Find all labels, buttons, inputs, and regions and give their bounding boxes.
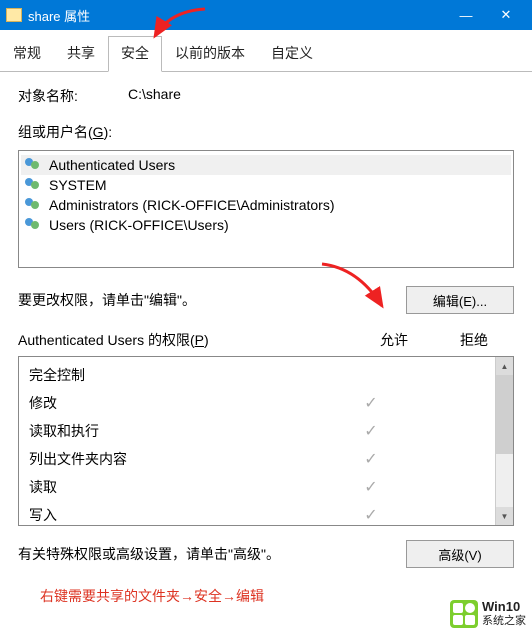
users-icon — [25, 198, 43, 212]
list-item[interactable]: Administrators (RICK-OFFICE\Administrato… — [21, 195, 511, 215]
scrollbar[interactable]: ▲ ▼ — [495, 357, 513, 525]
perm-header-deny: 拒绝 — [434, 330, 514, 350]
tab-sharing[interactable]: 共享 — [54, 36, 108, 72]
tab-strip: 常规 共享 安全 以前的版本 自定义 — [0, 30, 532, 72]
titlebar: share 属性 — ✕ — [0, 0, 532, 30]
tab-general[interactable]: 常规 — [0, 36, 54, 72]
tab-customize[interactable]: 自定义 — [258, 36, 326, 72]
scroll-thumb[interactable] — [496, 375, 513, 454]
folder-icon — [6, 8, 22, 22]
list-item[interactable]: Users (RICK-OFFICE\Users) — [21, 215, 511, 235]
watermark-logo-icon — [450, 600, 478, 628]
perm-header-left: Authenticated Users 的权限(P) — [18, 330, 354, 350]
list-item[interactable]: Authenticated Users — [21, 155, 511, 175]
advanced-text: 有关特殊权限或高级设置，请单击"高级"。 — [18, 544, 406, 564]
perm-header: Authenticated Users 的权限(P) 允许 拒绝 — [18, 330, 514, 350]
object-name-label: 对象名称: — [18, 86, 128, 106]
list-item[interactable]: SYSTEM — [21, 175, 511, 195]
scroll-up-icon[interactable]: ▲ — [496, 357, 513, 375]
object-name-value: C:\share — [128, 86, 181, 106]
perm-row: 完全控制 — [19, 361, 495, 389]
object-name-row: 对象名称: C:\share — [18, 86, 514, 106]
edit-row: 要更改权限，请单击"编辑"。 编辑(E)... — [18, 286, 514, 314]
perm-row: 列出文件夹内容 ✓ — [19, 445, 495, 473]
tab-previous-versions[interactable]: 以前的版本 — [162, 36, 258, 72]
perm-scroll-area: 完全控制 修改 ✓ 读取和执行 ✓ 列出文件夹内容 ✓ 读取 ✓ — [19, 357, 495, 525]
users-icon — [25, 178, 43, 192]
tab-security[interactable]: 安全 — [108, 36, 162, 72]
perm-row: 写入 ✓ — [19, 501, 495, 525]
perm-row: 读取 ✓ — [19, 473, 495, 501]
footer-note: 右键需要共享的文件夹→安全→编辑 — [18, 586, 514, 606]
perm-header-allow: 允许 — [354, 330, 434, 350]
close-button[interactable]: ✕ — [486, 0, 526, 30]
advanced-row: 有关特殊权限或高级设置，请单击"高级"。 高级(V) — [18, 540, 514, 568]
edit-text: 要更改权限，请单击"编辑"。 — [18, 290, 406, 310]
content-pane: 对象名称: C:\share 组或用户名(G): Authenticated U… — [0, 72, 532, 614]
users-icon — [25, 158, 43, 172]
perm-row: 修改 ✓ — [19, 389, 495, 417]
minimize-button[interactable]: — — [446, 0, 486, 30]
window-title: share 属性 — [28, 6, 446, 25]
groups-label: 组或用户名(G): — [18, 122, 514, 142]
permissions-listbox: 完全控制 修改 ✓ 读取和执行 ✓ 列出文件夹内容 ✓ 读取 ✓ — [18, 356, 514, 526]
scroll-track[interactable] — [496, 375, 513, 507]
perm-row: 读取和执行 ✓ — [19, 417, 495, 445]
groups-listbox[interactable]: Authenticated Users SYSTEM Administrator… — [18, 150, 514, 268]
edit-button[interactable]: 编辑(E)... — [406, 286, 514, 314]
watermark: Win10 系统之家 — [446, 597, 530, 630]
users-icon — [25, 218, 43, 232]
advanced-button[interactable]: 高级(V) — [406, 540, 514, 568]
watermark-text: Win10 系统之家 — [482, 599, 526, 628]
scroll-down-icon[interactable]: ▼ — [496, 507, 513, 525]
